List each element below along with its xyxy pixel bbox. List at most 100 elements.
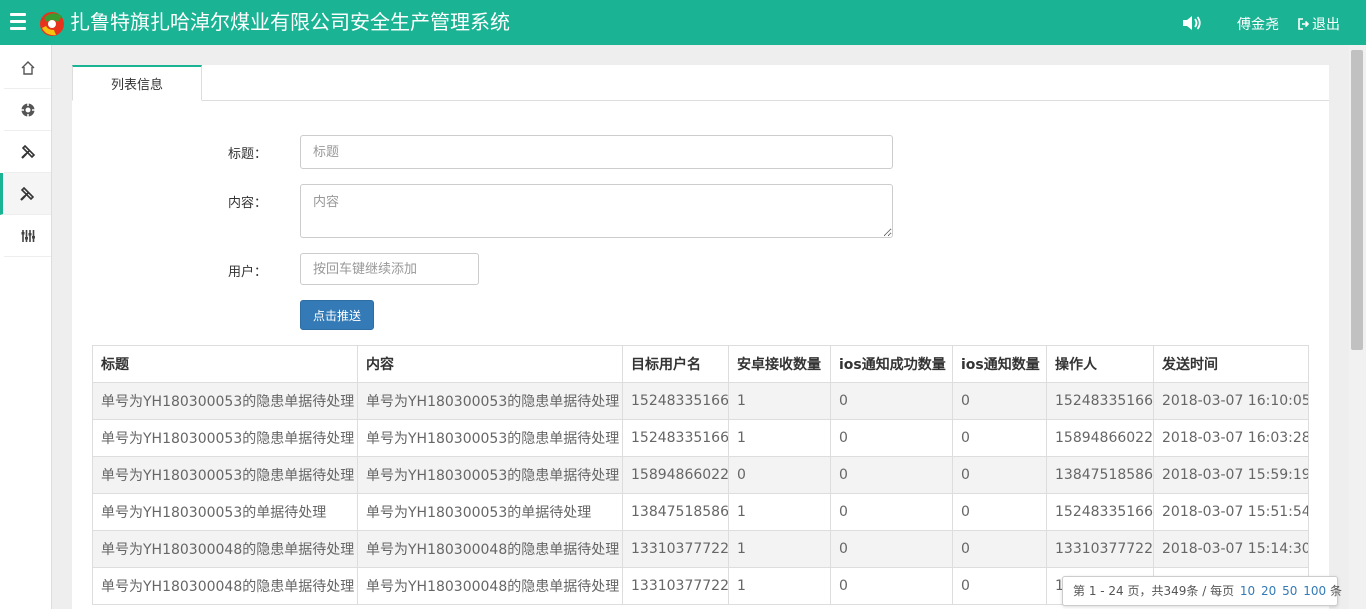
pagination: 第 1 - 24 页，共349条 / 每页 10 20 50 100 条	[1062, 576, 1342, 606]
column-header: 标题	[92, 345, 358, 383]
table-cell: 2018-03-07 15:14:30	[1153, 530, 1309, 568]
table-cell: 单号为YH180300053的隐患单据待处理	[92, 419, 358, 457]
table-cell: 15894866022	[622, 456, 729, 494]
column-header: 发送时间	[1153, 345, 1309, 383]
logout-icon	[1298, 18, 1310, 30]
table-cell: 13310377722	[622, 530, 729, 568]
table-cell: 0	[830, 567, 953, 605]
table-cell: 2018-03-07 16:03:28	[1153, 419, 1309, 457]
table-cell: 单号为YH180300053的隐患单据待处理	[92, 456, 358, 494]
table-cell: 单号为YH180300053的隐患单据待处理	[357, 419, 623, 457]
push-button[interactable]: 点击推送	[300, 300, 374, 330]
title-input[interactable]	[300, 135, 893, 169]
table-row[interactable]: 单号为YH180300048的隐患单据待处理 单号为YH180300048的隐患单…	[92, 530, 1309, 568]
top-header: 扎鲁特旗扎哈淖尔煤业有限公司安全生产管理系统 傅金尧 退出	[0, 0, 1366, 45]
page-size-10[interactable]: 10	[1240, 584, 1255, 598]
table-cell: 单号为YH180300048的隐患单据待处理	[92, 567, 358, 605]
table-cell: 0	[830, 419, 953, 457]
tools-icon	[20, 186, 35, 201]
table-cell: 15248335166	[622, 419, 729, 457]
table-cell: 单号为YH180300048的隐患单据待处理	[92, 530, 358, 568]
title-label: 标题：	[228, 147, 268, 162]
table-cell: 15248335166	[622, 382, 729, 420]
user-input[interactable]	[300, 253, 479, 285]
table-cell: 13847518586	[1046, 456, 1154, 494]
sidebar-item-tools-active[interactable]	[0, 173, 51, 215]
table-cell: 0	[952, 567, 1047, 605]
vertical-scrollbar[interactable]	[1349, 45, 1366, 609]
table-cell: 2018-03-07 16:10:05	[1153, 382, 1309, 420]
sidebar-item-equalizer[interactable]	[4, 215, 51, 257]
table-header-row: 标题 内容 目标用户名 安卓接收数量 ios通知成功数量 ios通知数量 操作人 发送时间	[92, 345, 1309, 383]
table-cell: 15248335166	[1046, 493, 1154, 531]
table-cell: 单号为YH180300048的隐患单据待处理	[357, 530, 623, 568]
table-cell: 0	[952, 493, 1047, 531]
column-header: 目标用户名	[622, 345, 729, 383]
table-cell: 15894866022	[1046, 419, 1154, 457]
user-label: 用户：	[228, 265, 268, 280]
tab-bar: 列表信息	[72, 65, 1329, 101]
table-row[interactable]: 单号为YH180300053的隐患单据待处理 单号为YH180300053的隐患单…	[92, 419, 1309, 457]
column-header: 内容	[357, 345, 623, 383]
page-size-50[interactable]: 50	[1282, 584, 1297, 598]
table-cell: 0	[830, 493, 953, 531]
table-cell: 2018-03-07 15:51:54	[1153, 493, 1309, 531]
table-cell: 单号为YH180300053的单据待处理	[92, 493, 358, 531]
table-cell: 0	[830, 382, 953, 420]
table-cell: 0	[830, 530, 953, 568]
table-cell: 13310377722	[1046, 530, 1154, 568]
table-cell: 0	[952, 456, 1047, 494]
sidebar-item-target[interactable]	[4, 89, 51, 131]
table-cell: 单号为YH180300048的隐患单据待处理	[357, 567, 623, 605]
company-logo-icon	[40, 12, 64, 36]
pagination-summary: 第 1 - 24 页，共349条 / 每页	[1073, 584, 1235, 598]
table-cell: 0	[728, 456, 831, 494]
page-size-100[interactable]: 100	[1303, 584, 1326, 598]
table-cell: 13310377722	[622, 567, 729, 605]
table-cell: 13847518586	[622, 493, 729, 531]
current-user[interactable]: 傅金尧	[1237, 14, 1279, 34]
table-row[interactable]: 单号为YH180300053的隐患单据待处理 单号为YH180300053的隐患单…	[92, 456, 1309, 494]
table-cell: 0	[952, 530, 1047, 568]
scrollbar-thumb[interactable]	[1351, 50, 1363, 350]
column-header: ios通知数量	[952, 345, 1047, 383]
home-icon	[21, 60, 34, 75]
table-cell: 单号为YH180300053的单据待处理	[357, 493, 623, 531]
pagination-suffix: 条	[1329, 584, 1342, 598]
sidebar	[0, 45, 52, 609]
sidebar-item-home[interactable]	[4, 47, 51, 89]
page-size-20[interactable]: 20	[1261, 584, 1276, 598]
logout-button[interactable]: 退出	[1298, 14, 1340, 34]
table-cell: 15248335166	[1046, 382, 1154, 420]
table-cell: 1	[728, 493, 831, 531]
hamburger-menu-icon[interactable]	[10, 13, 26, 31]
column-header: ios通知成功数量	[830, 345, 953, 383]
column-header: 安卓接收数量	[728, 345, 831, 383]
table-cell: 1	[728, 382, 831, 420]
main-panel: 列表信息 标题： 内容： 用户： 点击推送 标题内容目标用户名安卓接收数量ios…	[72, 65, 1329, 609]
table-cell: 1	[728, 419, 831, 457]
equalizer-icon	[21, 229, 35, 242]
sidebar-item-tools[interactable]	[4, 131, 51, 173]
logout-label: 退出	[1312, 17, 1340, 33]
content-textarea[interactable]	[300, 184, 893, 238]
table-row[interactable]: 单号为YH180300053的单据待处理 单号为YH180300053的单据待处理…	[92, 493, 1309, 531]
tab-list-info[interactable]: 列表信息	[72, 65, 202, 101]
table-cell: 单号为YH180300053的隐患单据待处理	[357, 382, 623, 420]
table-cell: 2018-03-07 15:59:19	[1153, 456, 1309, 494]
tools-icon	[20, 144, 35, 159]
table-cell: 1	[728, 567, 831, 605]
table-cell: 0	[952, 419, 1047, 457]
push-records-table: 标题 内容 目标用户名 安卓接收数量 ios通知成功数量 ios通知数量 操作人 发送时间 单…	[92, 345, 1309, 605]
content-label: 内容：	[228, 196, 268, 211]
table-cell: 1	[728, 530, 831, 568]
app-title: 扎鲁特旗扎哈淖尔煤业有限公司安全生产管理系统	[70, 10, 510, 34]
target-icon	[20, 102, 35, 117]
table-cell: 单号为YH180300053的隐患单据待处理	[92, 382, 358, 420]
table-row[interactable]: 单号为YH180300053的隐患单据待处理 单号为YH180300053的隐患单…	[92, 382, 1309, 420]
table-cell: 0	[830, 456, 953, 494]
column-header: 操作人	[1046, 345, 1154, 383]
speaker-icon[interactable]	[1181, 14, 1203, 32]
table-cell: 0	[952, 382, 1047, 420]
table-cell: 单号为YH180300053的隐患单据待处理	[357, 456, 623, 494]
